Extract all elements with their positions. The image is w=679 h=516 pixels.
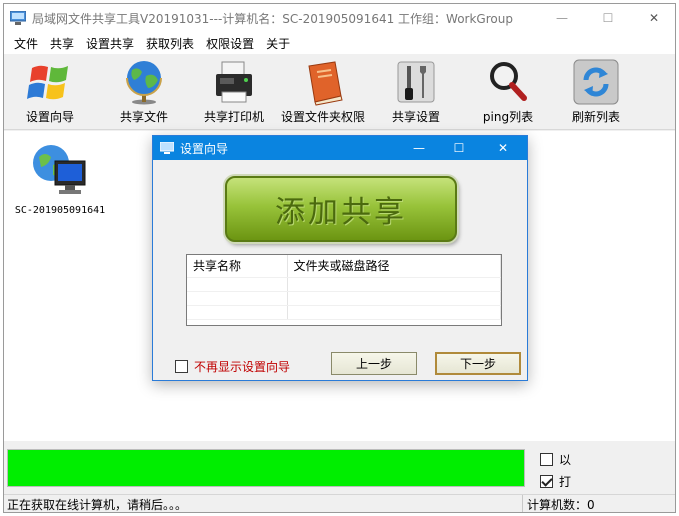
book-icon [308,61,343,106]
share-files-label: 共享文件 [119,110,168,124]
printer-icon [216,61,252,103]
share-printer-button[interactable]: 共享打印机 [196,58,272,126]
status-text: 正在获取在线计算机，请稍后。。。 [7,498,188,512]
option-label-2: 打 [559,475,572,489]
progress-bar [7,449,525,487]
refresh-list-button[interactable]: 刷新列表 [566,58,626,126]
folder-permissions-label: 设置文件夹权限 [280,110,365,124]
option-label-1: 以 [559,453,572,467]
share-list-table[interactable]: 共享名称 文件夹或磁盘路径 [186,254,502,326]
ping-list-button[interactable]: ping列表 [478,58,538,126]
dialog-title: 设置向导 [180,141,229,156]
menu-set-share[interactable]: 设置共享 [80,35,140,52]
toolbar: 设置向导 共享文件 共享打印机 设置文件夹权限 共享设置 ping列表 刷新列表 [4,54,675,130]
progress-fill [8,450,524,486]
folder-permissions-button[interactable]: 设置文件夹权限 [280,58,366,126]
no-show-wizard-label: 不再显示设置向导 [194,360,291,374]
prev-step-button[interactable]: 上一步 [331,352,417,375]
share-files-button[interactable]: 共享文件 [114,58,174,126]
dialog-app-icon [160,142,174,154]
setup-wizard-label: 设置向导 [25,110,74,124]
menu-share[interactable]: 共享 [44,35,80,52]
column-folder-path[interactable]: 文件夹或磁盘路径 [287,255,501,278]
computer-count: 计算机数：0 [522,495,595,512]
table-row [187,277,501,292]
option-row-1[interactable]: 以 [540,451,571,468]
add-share-button[interactable]: 添加共享 [225,176,457,242]
refresh-list-label: 刷新列表 [571,110,620,124]
dialog-minimize-button[interactable]: — [399,136,439,160]
magnifier-icon [490,62,527,101]
app-icon [10,11,26,25]
option-checkbox-2[interactable] [540,475,553,488]
share-printer-label: 共享打印机 [203,110,264,124]
column-share-name[interactable]: 共享名称 [187,255,288,278]
globe-icon [126,61,162,105]
add-share-label: 添加共享 [275,195,407,230]
option-checkbox-1[interactable] [540,453,553,466]
dialog-title-bar: 设置向导 — ☐ ✕ [153,136,527,160]
menu-about[interactable]: 关于 [260,35,296,52]
network-computer-icon [33,145,86,194]
next-step-button[interactable]: 下一步 [435,352,521,375]
menu-bar: 文件 共享 设置共享 获取列表 权限设置 关于 [4,32,675,54]
no-show-wizard-checkbox[interactable] [175,360,188,373]
refresh-icon [573,59,619,105]
ping-list-label: ping列表 [482,110,534,124]
window-title: 局域网文件共享工具V20191031---计算机名：SC-20190509164… [32,11,513,26]
close-button[interactable]: ✕ [631,4,675,32]
dialog-close-button[interactable]: ✕ [483,136,523,160]
computer-item[interactable]: SC-201905091641 [10,139,110,216]
menu-get-list[interactable]: 获取列表 [140,35,200,52]
dialog-maximize-button[interactable]: ☐ [439,136,479,160]
title-bar: 局域网文件共享工具V20191031---计算机名：SC-20190509164… [4,4,675,32]
table-row [187,291,501,306]
minimize-button[interactable]: — [539,4,585,32]
table-row [187,305,501,320]
menu-file[interactable]: 文件 [8,35,44,52]
option-row-2[interactable]: 打 [540,473,571,490]
no-show-wizard-option[interactable]: 不再显示设置向导 [175,358,290,375]
share-settings-label: 共享设置 [391,110,440,124]
maximize-button[interactable]: ☐ [585,4,631,32]
windows-flag-icon [27,65,68,100]
setup-wizard-dialog: 设置向导 — ☐ ✕ 添加共享 共享名称 文件夹或磁盘路径 不再显示设置向导 上… [152,135,528,381]
share-settings-button[interactable]: 共享设置 [386,58,446,126]
status-bar: 正在获取在线计算机，请稍后。。。 计算机数：0 [4,494,675,512]
setup-wizard-button[interactable]: 设置向导 [20,58,80,126]
menu-permissions[interactable]: 权限设置 [200,35,260,52]
computer-name: SC-201905091641 [14,205,106,216]
tools-icon [397,61,435,103]
bottom-panel: 以 打 [4,441,675,494]
